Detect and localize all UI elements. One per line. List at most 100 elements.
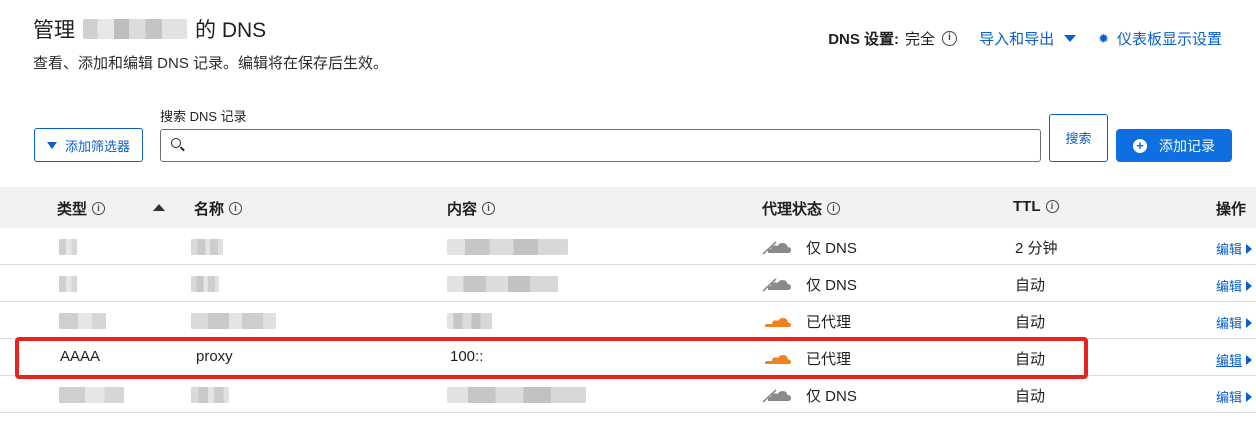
redacted-type bbox=[59, 387, 124, 403]
page-title-suffix: 的 DNS bbox=[195, 19, 267, 42]
dashboard-settings-label: 仪表板显示设置 bbox=[1116, 31, 1222, 48]
edit-button[interactable]: 编辑 bbox=[1216, 350, 1252, 369]
chevron-down-icon bbox=[1064, 35, 1077, 42]
table-header: 类型 i 名称 i 内容 i 代理状态 i TTL i 操作 bbox=[0, 187, 1256, 228]
redacted-domain bbox=[83, 19, 187, 39]
redacted-name bbox=[191, 313, 276, 329]
ttl-value: 自动 bbox=[1015, 277, 1046, 294]
redacted-content bbox=[447, 239, 568, 255]
info-icon[interactable]: i bbox=[92, 202, 106, 215]
dns-only-cloud-icon bbox=[762, 388, 791, 403]
redacted-name bbox=[191, 239, 223, 255]
search-icon bbox=[171, 138, 181, 148]
info-icon[interactable]: i bbox=[229, 202, 243, 215]
redacted-name bbox=[191, 387, 229, 403]
import-export-dropdown[interactable]: 导入和导出 bbox=[979, 28, 1077, 49]
column-name-label: 名称 bbox=[194, 201, 225, 218]
proxied-cloud-icon bbox=[765, 317, 791, 327]
redacted-content bbox=[447, 276, 558, 292]
ttl-value: 2 分钟 bbox=[1015, 240, 1058, 257]
proxy-status-label: 仅 DNS bbox=[806, 388, 857, 405]
proxy-status[interactable]: 仅 DNS bbox=[762, 274, 857, 295]
chevron-right-icon bbox=[1246, 391, 1252, 402]
header-actions: DNS 设置: 完全 i 导入和导出 ✹ 仪表板显示设置 bbox=[828, 28, 1222, 49]
proxied-cloud-icon bbox=[765, 354, 791, 364]
redacted-type bbox=[59, 313, 106, 329]
column-ttl-label: TTL bbox=[1013, 198, 1041, 215]
edit-label: 编辑 bbox=[1215, 353, 1242, 368]
proxy-status-label: 仅 DNS bbox=[806, 240, 857, 257]
table-row[interactable]: 仅 DNS 2 分钟 编辑 bbox=[0, 228, 1256, 265]
proxy-status-label: 仅 DNS bbox=[806, 277, 857, 294]
table-row-highlighted[interactable]: AAAA proxy 100:: 已代理 自动 编辑 bbox=[0, 339, 1256, 376]
page-title: 管理 的 DNS bbox=[33, 14, 266, 44]
ttl-value: 自动 bbox=[1015, 388, 1046, 405]
search-field[interactable] bbox=[160, 129, 1041, 162]
column-header-actions: 操作 bbox=[1216, 198, 1246, 219]
chevron-right-icon bbox=[1246, 354, 1252, 365]
search-input[interactable] bbox=[191, 130, 1031, 161]
search-button[interactable]: 搜索 bbox=[1049, 114, 1108, 162]
column-content-label: 内容 bbox=[447, 201, 478, 218]
proxy-status[interactable]: 已代理 bbox=[762, 348, 851, 369]
proxy-status[interactable]: 仅 DNS bbox=[762, 385, 857, 406]
record-content: 100:: bbox=[450, 348, 484, 365]
dashboard-settings-link[interactable]: ✹ 仪表板显示设置 bbox=[1098, 28, 1222, 49]
search-label: 搜索 DNS 记录 bbox=[160, 109, 247, 124]
edit-button[interactable]: 编辑 bbox=[1216, 239, 1252, 258]
redacted-type bbox=[59, 239, 77, 255]
column-proxy-status-label: 代理状态 bbox=[762, 201, 823, 218]
add-record-label: 添加记录 bbox=[1159, 137, 1215, 154]
redacted-content bbox=[447, 387, 586, 403]
edit-button[interactable]: 编辑 bbox=[1216, 387, 1252, 406]
redacted-name bbox=[191, 276, 219, 292]
page-subtitle: 查看、添加和编辑 DNS 记录。编辑将在保存后生效。 bbox=[33, 55, 389, 72]
table-row[interactable]: 已代理 自动 编辑 bbox=[0, 302, 1256, 339]
edit-label: 编辑 bbox=[1215, 242, 1242, 257]
dns-setting-label: DNS 设置: bbox=[828, 31, 900, 48]
table-row[interactable]: 仅 DNS 自动 编辑 bbox=[0, 265, 1256, 302]
edit-label: 编辑 bbox=[1215, 316, 1242, 331]
column-header-type[interactable]: 类型 i bbox=[57, 198, 106, 219]
record-type: AAAA bbox=[60, 348, 101, 365]
edit-button[interactable]: 编辑 bbox=[1216, 313, 1252, 332]
add-filter-button[interactable]: 添加筛选器 bbox=[34, 128, 143, 162]
column-header-content[interactable]: 内容 i bbox=[447, 198, 496, 219]
column-header-name[interactable]: 名称 i bbox=[194, 198, 243, 219]
chevron-right-icon bbox=[1246, 243, 1252, 254]
chevron-right-icon bbox=[1246, 317, 1252, 328]
info-icon[interactable]: i bbox=[1045, 200, 1059, 213]
edit-label: 编辑 bbox=[1215, 390, 1242, 405]
ttl-value: 自动 bbox=[1015, 314, 1046, 331]
column-header-proxy-status[interactable]: 代理状态 i bbox=[762, 198, 841, 219]
plus-circle-icon: + bbox=[1133, 138, 1147, 153]
proxy-status-label: 已代理 bbox=[806, 351, 852, 368]
info-icon[interactable]: i bbox=[482, 202, 496, 215]
record-name: proxy bbox=[196, 348, 233, 365]
filter-icon bbox=[46, 141, 57, 149]
proxy-status[interactable]: 已代理 bbox=[762, 311, 851, 332]
dns-only-cloud-icon bbox=[762, 240, 791, 255]
chevron-right-icon bbox=[1246, 280, 1252, 291]
edit-button[interactable]: 编辑 bbox=[1216, 276, 1252, 295]
column-actions-label: 操作 bbox=[1216, 201, 1247, 218]
info-icon[interactable]: i bbox=[942, 31, 958, 46]
column-header-ttl[interactable]: TTL i bbox=[1013, 198, 1059, 215]
add-record-button[interactable]: + 添加记录 bbox=[1116, 129, 1232, 162]
proxy-status-label: 已代理 bbox=[806, 314, 852, 331]
info-icon[interactable]: i bbox=[827, 202, 841, 215]
column-type-label: 类型 bbox=[57, 201, 88, 218]
proxy-status[interactable]: 仅 DNS bbox=[762, 237, 857, 258]
add-filter-label: 添加筛选器 bbox=[64, 138, 130, 154]
import-export-label: 导入和导出 bbox=[979, 31, 1055, 48]
page-title-prefix: 管理 bbox=[33, 19, 75, 42]
edit-label: 编辑 bbox=[1215, 279, 1242, 294]
table-row[interactable]: 仅 DNS 自动 编辑 bbox=[0, 376, 1256, 413]
dns-only-cloud-icon bbox=[762, 277, 791, 292]
redacted-type bbox=[59, 276, 77, 292]
gear-icon: ✹ bbox=[1098, 30, 1109, 46]
dns-setting-value: 完全 bbox=[905, 31, 936, 48]
ttl-value: 自动 bbox=[1015, 351, 1046, 368]
sort-ascending-icon[interactable] bbox=[153, 204, 165, 211]
redacted-content bbox=[447, 313, 492, 329]
